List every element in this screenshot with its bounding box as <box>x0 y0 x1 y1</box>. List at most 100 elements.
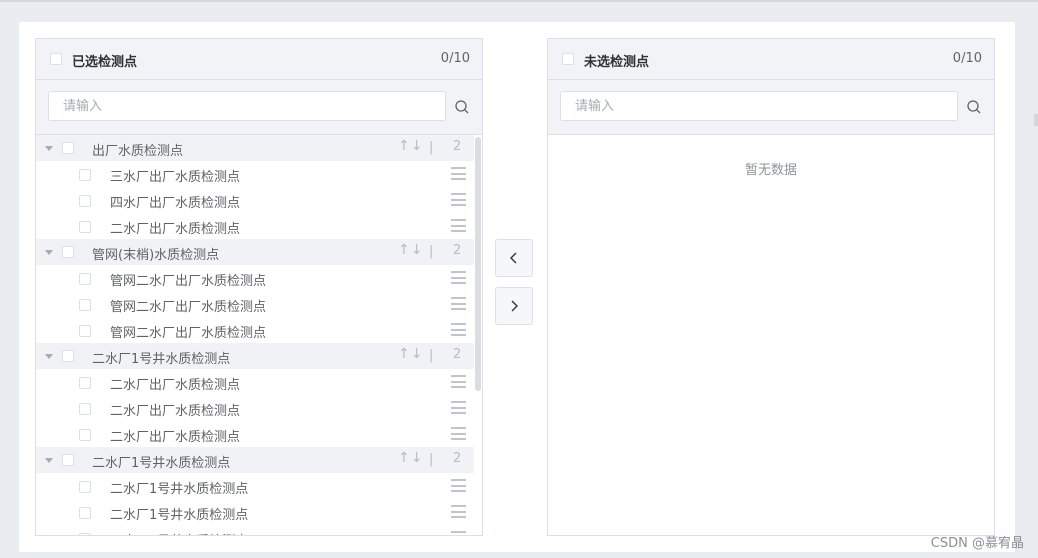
drag-handle-icon[interactable] <box>451 167 466 180</box>
divider: | <box>429 244 434 259</box>
list-item[interactable]: 二水厂1号井水质检测点 <box>36 473 474 499</box>
selected-points-panel: 已选检测点 0/10 出厂水质检测点 ↑↓ | 2 三水厂出厂水质检测点四水厂出厂水质检… <box>35 38 483 536</box>
watermark: CSDN @慕宥晶 <box>930 536 1024 551</box>
group-row[interactable]: 二水厂1号井水质检测点 ↑↓ | 2 <box>36 447 474 473</box>
search-bar <box>548 80 994 135</box>
list-item[interactable]: 管网二水厂出厂水质检测点 <box>36 317 474 343</box>
item-label: 二水厂1号井水质检测点 <box>110 482 249 497</box>
item-label: 二水厂1号井水质检测点 <box>110 530 248 535</box>
item-label: 管网二水厂出厂水质检测点 <box>110 274 267 289</box>
caret-down-icon[interactable] <box>45 354 53 359</box>
item-checkbox[interactable] <box>79 403 91 415</box>
group-number: 2 <box>453 451 462 466</box>
item-checkbox[interactable] <box>79 169 91 181</box>
sort-icon[interactable]: ↑↓ <box>398 450 423 466</box>
drag-handle-icon[interactable] <box>451 297 466 310</box>
list-item[interactable]: 二水厂出厂水质检测点 <box>36 213 474 239</box>
divider: | <box>429 452 434 467</box>
drag-handle-icon[interactable] <box>451 479 466 492</box>
item-label: 管网二水厂出厂水质检测点 <box>110 326 267 341</box>
group-number: 2 <box>453 243 462 258</box>
list-item[interactable]: 三水厂出厂水质检测点 <box>36 161 474 187</box>
caret-down-icon[interactable] <box>45 250 53 255</box>
search-icon[interactable] <box>966 99 982 115</box>
group-row[interactable]: 出厂水质检测点 ↑↓ | 2 <box>36 135 474 161</box>
item-label: 管网二水厂出厂水质检测点 <box>110 300 267 315</box>
panel-title: 未选检测点 <box>584 55 650 70</box>
list-item[interactable]: 管网二水厂出厂水质检测点 <box>36 291 474 317</box>
drag-handle-icon[interactable] <box>451 531 466 535</box>
item-label: 二水厂1号井水质检测点 <box>110 508 249 523</box>
panel-header: 未选检测点 0/10 <box>548 39 994 80</box>
item-checkbox[interactable] <box>79 299 91 311</box>
group-number: 2 <box>453 347 462 362</box>
item-checkbox[interactable] <box>79 533 91 535</box>
search-bar <box>36 80 482 135</box>
chevron-left-icon <box>510 252 517 264</box>
list-item[interactable]: 二水厂出厂水质检测点 <box>36 395 474 421</box>
search-icon[interactable] <box>454 99 470 115</box>
item-label: 三水厂出厂水质检测点 <box>110 170 241 185</box>
panel-title: 已选检测点 <box>72 55 138 70</box>
list-item[interactable]: 二水厂1号井水质检测点 <box>36 525 474 535</box>
item-checkbox[interactable] <box>79 195 91 207</box>
group-label: 二水厂1号井水质检测点 <box>92 352 231 367</box>
sort-icon[interactable]: ↑↓ <box>398 346 423 362</box>
drag-handle-icon[interactable] <box>451 375 466 388</box>
caret-down-icon[interactable] <box>45 458 53 463</box>
item-checkbox[interactable] <box>79 481 91 493</box>
empty-state-text: 暂无数据 <box>744 163 797 178</box>
group-row[interactable]: 管网(末梢)水质检测点 ↑↓ | 2 <box>36 239 474 265</box>
group-row[interactable]: 二水厂1号井水质检测点 ↑↓ | 2 <box>36 343 474 369</box>
drag-handle-icon[interactable] <box>451 505 466 518</box>
item-checkbox[interactable] <box>79 325 91 337</box>
group-checkbox[interactable] <box>62 142 74 154</box>
right-edge-mark <box>1034 114 1038 126</box>
search-input[interactable] <box>48 91 446 121</box>
item-checkbox[interactable] <box>79 507 91 519</box>
sort-icon[interactable]: ↑↓ <box>398 138 423 154</box>
unselected-points-panel: 未选检测点 0/10 暂无数据 <box>547 38 995 536</box>
drag-handle-icon[interactable] <box>451 427 466 440</box>
move-left-button[interactable] <box>495 239 533 277</box>
drag-handle-icon[interactable] <box>451 219 466 232</box>
selection-count: 0/10 <box>440 51 470 66</box>
panel-header: 已选检测点 0/10 <box>36 39 482 80</box>
item-checkbox[interactable] <box>79 377 91 389</box>
group-label: 管网(末梢)水质检测点 <box>92 248 220 263</box>
drag-handle-icon[interactable] <box>451 323 466 336</box>
list-item[interactable]: 二水厂出厂水质检测点 <box>36 369 474 395</box>
item-checkbox[interactable] <box>79 221 91 233</box>
sort-icon[interactable]: ↑↓ <box>398 242 423 258</box>
divider: | <box>429 348 434 363</box>
move-right-button[interactable] <box>495 287 533 325</box>
group-checkbox[interactable] <box>62 454 74 466</box>
list-item[interactable]: 二水厂出厂水质检测点 <box>36 421 474 447</box>
group-checkbox[interactable] <box>62 246 74 258</box>
search-input[interactable] <box>560 91 958 121</box>
drag-handle-icon[interactable] <box>451 193 466 206</box>
checkpoint-tree: 出厂水质检测点 ↑↓ | 2 三水厂出厂水质检测点 四水厂出厂水质检测点 二水厂出厂水质检测… <box>36 135 474 535</box>
group-checkbox[interactable] <box>62 350 74 362</box>
caret-down-icon[interactable] <box>45 146 53 151</box>
list-item[interactable]: 四水厂出厂水质检测点 <box>36 187 474 213</box>
drag-handle-icon[interactable] <box>451 401 466 414</box>
group-label: 出厂水质检测点 <box>92 144 184 159</box>
group-number: 2 <box>453 139 462 154</box>
select-all-checkbox[interactable] <box>562 53 574 65</box>
item-checkbox[interactable] <box>79 429 91 441</box>
list-item[interactable]: 管网二水厂出厂水质检测点 <box>36 265 474 291</box>
chevron-right-icon <box>511 300 518 312</box>
drag-handle-icon[interactable] <box>451 271 466 284</box>
item-label: 四水厂出厂水质检测点 <box>110 196 241 211</box>
item-label: 二水厂出厂水质检测点 <box>110 430 241 445</box>
list-item[interactable]: 二水厂1号井水质检测点 <box>36 499 474 525</box>
divider: | <box>429 140 434 155</box>
item-label: 二水厂出厂水质检测点 <box>110 222 241 237</box>
group-label: 二水厂1号井水质检测点 <box>92 456 231 471</box>
select-all-checkbox[interactable] <box>50 53 62 65</box>
scrollbar[interactable] <box>475 137 481 391</box>
item-checkbox[interactable] <box>79 273 91 285</box>
top-border <box>0 0 1038 2</box>
selection-count: 0/10 <box>952 51 982 66</box>
